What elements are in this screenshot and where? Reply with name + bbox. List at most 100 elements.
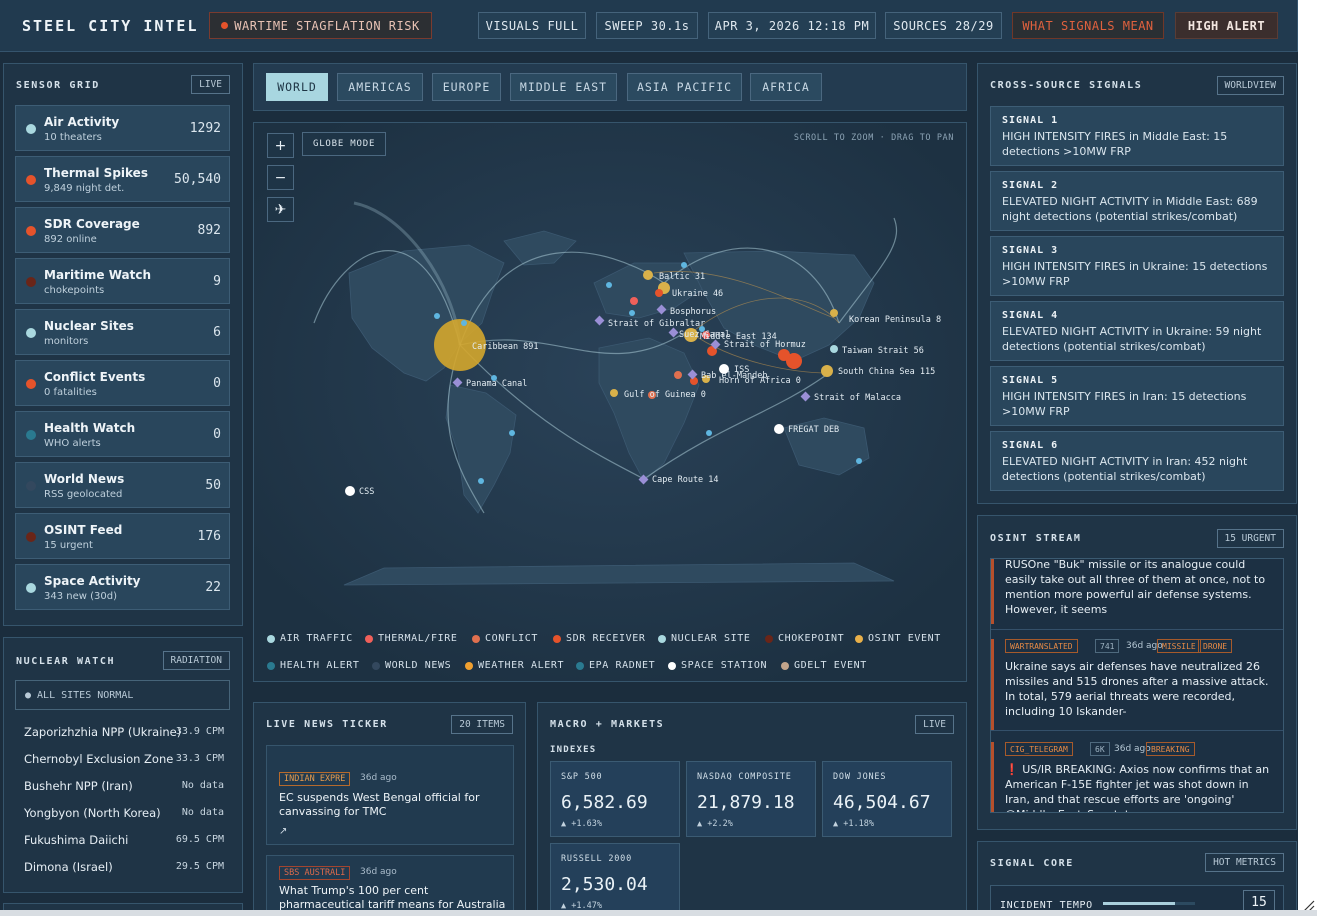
zoom-out-button[interactable]: − — [267, 165, 294, 190]
tab-world[interactable]: WORLD — [266, 73, 328, 101]
legend-item[interactable]: NUCLEAR SITE — [658, 633, 750, 644]
risk-badge[interactable]: WARTIME STAGFLATION RISK — [209, 12, 432, 39]
sensor-row[interactable]: Air Activity 10 theaters 1292 — [15, 105, 230, 151]
tab-middle-east[interactable]: MIDDLE EAST — [510, 73, 617, 101]
divider — [991, 629, 1283, 630]
sensor-status-dot-icon — [26, 532, 36, 542]
legend-label: THERMAL/FIRE — [378, 633, 458, 644]
signal-label: SIGNAL 1 — [1002, 115, 1059, 126]
nuclear-site-row[interactable]: Dimona (Israel) 29.5 CPM — [24, 860, 224, 874]
nuclear-site-row[interactable]: Zaporizhzhia NPP (Ukraine) 33.9 CPM — [24, 725, 224, 739]
legend-item[interactable]: GDELT EVENT — [781, 660, 867, 671]
label-gibraltar: Strait of Gibraltar — [608, 319, 705, 329]
legend-swatch-icon — [365, 634, 373, 643]
worldview-tag[interactable]: WORLDVIEW — [1216, 76, 1284, 95]
sensor-row[interactable]: Nuclear Sites monitors 6 — [15, 309, 230, 355]
radiation-tag: RADIATION — [162, 651, 230, 670]
signal-text: HIGH INTENSITY FIRES in Iran: 15 detecti… — [1002, 390, 1247, 418]
signal-label: SIGNAL 4 — [1002, 310, 1059, 321]
sensor-value: 892 — [197, 223, 221, 238]
external-link-icon[interactable]: ↗ — [279, 826, 287, 837]
legend-item[interactable]: CHOKEPOINT — [765, 633, 844, 644]
nuclear-site-row[interactable]: Chernobyl Exclusion Zone 33.3 CPM — [24, 752, 224, 766]
nuclear-site-name: Bushehr NPP (Iran) — [24, 779, 133, 793]
nuclear-site-row[interactable]: Yongbyon (North Korea) No data — [24, 806, 224, 820]
index-value: 46,504.67 — [833, 792, 931, 813]
sensor-value: 0 — [213, 376, 221, 391]
index-card[interactable]: DOW JONES 46,504.67 ▲ +1.18% — [822, 761, 952, 837]
sensor-row[interactable]: OSINT Feed 15 urgent 176 — [15, 513, 230, 559]
baltic-marker — [643, 270, 653, 280]
signal-card[interactable]: SIGNAL 3 HIGH INTENSITY FIRES in Ukraine:… — [990, 236, 1284, 296]
globe-mode-button[interactable]: GLOBE MODE — [302, 132, 387, 156]
osint-feed[interactable]: RUSOne "Buk" missile or its analogue cou… — [990, 558, 1284, 813]
osint-post-text: RUSOne "Buk" missile or its analogue cou… — [1005, 558, 1266, 616]
sensor-row[interactable]: World News RSS geolocated 50 — [15, 462, 230, 508]
legend-item[interactable]: SPACE STATION — [668, 660, 767, 671]
sensor-status-dot-icon — [26, 379, 36, 389]
signals-title: CROSS-SOURCE SIGNALS — [990, 80, 1143, 91]
markets-live-tag: LIVE — [915, 715, 954, 734]
legend-swatch-icon — [765, 634, 773, 643]
css-marker — [345, 486, 355, 496]
map-canvas[interactable]: Baltic 31 Ukraine 46 Bosphorus Strait of… — [254, 123, 967, 682]
legend-item[interactable]: HEALTH ALERT — [267, 660, 359, 671]
signal-card[interactable]: SIGNAL 6 ELEVATED NIGHT ACTIVITY in Iran:… — [990, 431, 1284, 491]
signal-label: SIGNAL 5 — [1002, 375, 1059, 386]
signal-card[interactable]: SIGNAL 2 ELEVATED NIGHT ACTIVITY in Middl… — [990, 171, 1284, 231]
osint-post[interactable]: RUSOne "Buk" missile or its analogue cou… — [991, 559, 1283, 624]
legend-label: WORLD NEWS — [385, 660, 452, 671]
divider — [991, 730, 1283, 731]
flight-mode-icon[interactable]: ✈ — [267, 197, 294, 222]
sensor-row[interactable]: Health Watch WHO alerts 0 — [15, 411, 230, 457]
legend-item[interactable]: WORLD NEWS — [372, 660, 451, 671]
news-item[interactable]: SBS AUSTRALI 36d ago What Trump's 100 pe… — [266, 855, 514, 916]
index-change: ▲ +1.63% — [561, 819, 602, 829]
index-card[interactable]: RUSSELL 2000 2,530.04 ▲ +1.47% — [550, 843, 680, 916]
legend-item[interactable]: OSINT EVENT — [855, 633, 941, 644]
tab-africa[interactable]: AFRICA — [750, 73, 822, 101]
legend-item[interactable]: SDR RECEIVER — [553, 633, 645, 644]
sensor-row[interactable]: SDR Coverage 892 online 892 — [15, 207, 230, 253]
tab-europe[interactable]: EUROPE — [432, 73, 501, 101]
what-signals-mean-button[interactable]: WHAT SIGNALS MEAN — [1012, 12, 1164, 39]
sensor-name: Conflict Events — [44, 370, 146, 384]
sensor-row[interactable]: Thermal Spikes 9,849 night det. 50,540 — [15, 156, 230, 202]
signal-card[interactable]: SIGNAL 5 HIGH INTENSITY FIRES in Iran: 15… — [990, 366, 1284, 426]
legend-item[interactable]: WEATHER ALERT — [465, 660, 564, 671]
signal-core-panel: SIGNAL CORE HOT METRICS INCIDENT TEMPO 1… — [977, 841, 1297, 916]
horizontal-scrollbar[interactable] — [0, 910, 1317, 916]
nuclear-site-row[interactable]: Fukushima Daiichi 69.5 CPM — [24, 833, 224, 847]
legend-item[interactable]: CONFLICT — [472, 633, 538, 644]
sensor-row[interactable]: Maritime Watch chokepoints 9 — [15, 258, 230, 304]
sources-indicator[interactable]: SOURCES 28/29 — [885, 12, 1002, 39]
news-item[interactable]: INDIAN EXPRE 36d ago EC suspends West Be… — [266, 745, 514, 845]
label-scs: South China Sea 115 — [838, 367, 935, 377]
index-card[interactable]: S&P 500 6,582.69 ▲ +1.63% — [550, 761, 680, 837]
legend-item[interactable]: EPA RADNET — [576, 660, 655, 671]
label-taiwan: Taiwan Strait 56 — [842, 346, 924, 356]
legend-item[interactable]: THERMAL/FIRE — [365, 633, 457, 644]
legend-label: AIR TRAFFIC — [280, 633, 353, 644]
signal-card[interactable]: SIGNAL 1 HIGH INTENSITY FIRES in Middle E… — [990, 106, 1284, 166]
legend-label: OSINT EVENT — [868, 633, 941, 644]
visuals-toggle[interactable]: VISUALS FULL — [478, 12, 586, 39]
signal-card[interactable]: SIGNAL 4 ELEVATED NIGHT ACTIVITY in Ukrai… — [990, 301, 1284, 361]
sensor-row[interactable]: Space Activity 343 new (30d) 22 — [15, 564, 230, 610]
tab-asia-pacific[interactable]: ASIA PACIFIC — [627, 73, 742, 101]
markets-panel: MACRO + MARKETS LIVE INDEXES S&P 500 6,58… — [537, 702, 967, 916]
sensor-name: Health Watch — [44, 421, 136, 435]
sensor-row[interactable]: Conflict Events 0 fatalities 0 — [15, 360, 230, 406]
osint-post[interactable]: CIG_TELEGRAM 6K 36d ago BREAKING ❗ US/IR… — [991, 742, 1283, 812]
alert-level-badge[interactable]: HIGH ALERT — [1175, 12, 1278, 39]
world-map[interactable]: Baltic 31 Ukraine 46 Bosphorus Strait of… — [253, 122, 967, 682]
osint-post[interactable]: WARTRANSLATED 741 36d ago MISSILE DRONE … — [991, 639, 1283, 731]
post-tag-missile: MISSILE — [1157, 639, 1201, 653]
legend-item[interactable]: AIR TRAFFIC — [267, 633, 353, 644]
index-card[interactable]: NASDAQ COMPOSITE 21,879.18 ▲ +2.2% — [686, 761, 816, 837]
tab-americas[interactable]: AMERICAS — [337, 73, 423, 101]
zoom-in-button[interactable]: + — [267, 133, 294, 158]
nuclear-site-row[interactable]: Bushehr NPP (Iran) No data — [24, 779, 224, 793]
index-change: ▲ +1.18% — [833, 819, 874, 829]
legend-swatch-icon — [855, 634, 863, 643]
